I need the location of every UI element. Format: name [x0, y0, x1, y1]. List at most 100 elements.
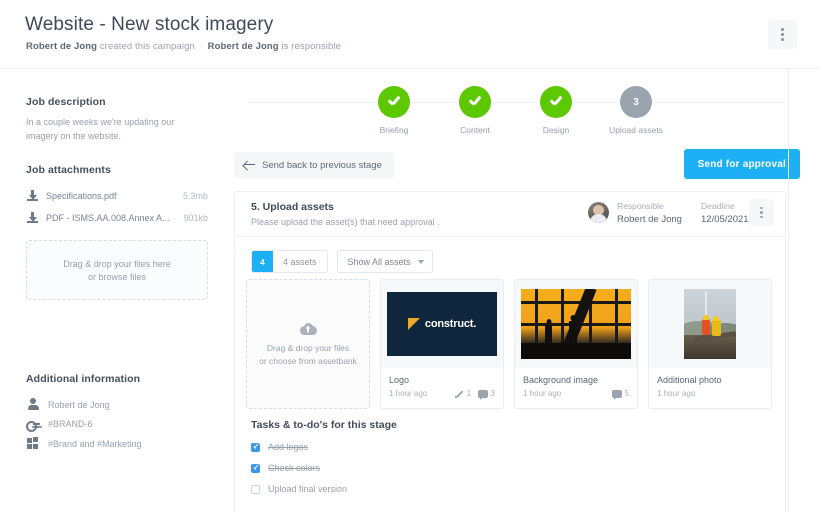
asset-timestamp: 1 hour ago	[389, 389, 428, 398]
header-kebab-menu-button[interactable]	[768, 20, 797, 49]
check-icon	[388, 98, 401, 107]
stepper-step-upload-assets[interactable]: 3 Upload assets	[588, 86, 684, 135]
check-icon	[550, 98, 563, 107]
asset-edit-count[interactable]: 1	[455, 389, 471, 398]
job-description-heading: Job description	[26, 96, 106, 108]
responsible-text: is responsible	[281, 41, 341, 52]
job-attachments-heading: Job attachments	[26, 164, 111, 176]
asset-thumbnail: construct.	[381, 280, 503, 368]
attachment-name: PDF - ISMS.AA.008.Annex A...	[46, 213, 170, 223]
attachment-item[interactable]: PDF - ISMS.AA.008.Annex A... 901kb	[26, 207, 208, 229]
construct-logo-text: construct.	[424, 318, 477, 330]
tasks-heading: Tasks & to-do's for this stage	[251, 419, 397, 431]
task-item[interactable]: Check colors	[251, 463, 771, 473]
campaign-responsible: Robert de Jong	[207, 41, 279, 52]
asset-name: Background image	[523, 375, 599, 385]
deadline-label: Deadline	[701, 201, 735, 211]
sidebar-dropzone-line2[interactable]: or browse files	[88, 272, 146, 282]
assets-grid: Drag & drop your files or choose from as…	[246, 279, 772, 409]
kebab-menu-icon	[781, 28, 784, 31]
asset-count-filter[interactable]: 4 4 assets	[251, 250, 328, 273]
stage-card-header: 5. Upload assets Please upload the asset…	[235, 192, 785, 237]
responsible-value: Robert de Jong	[617, 214, 682, 225]
asset-card-additional-photo[interactable]: Additional photo 1 hour ago	[648, 279, 772, 409]
send-for-approval-button[interactable]: Send for approval	[683, 149, 800, 179]
asset-card-background-image[interactable]: Background image 1 hour ago 5	[514, 279, 638, 409]
show-assets-dropdown[interactable]: Show All assets	[336, 250, 433, 273]
info-item-label: #BRAND-6	[48, 419, 93, 430]
tags-icon	[26, 437, 40, 450]
asset-count-label: 4 assets	[273, 251, 327, 272]
task-checkbox[interactable]	[251, 484, 260, 494]
cloud-upload-icon	[299, 322, 317, 335]
stage-title: 5. Upload assets	[251, 201, 334, 213]
attachment-size: 5.3mb	[182, 191, 208, 201]
workers-photo-thumbnail	[684, 289, 736, 359]
info-item-key: #BRAND-6	[26, 415, 208, 435]
arrow-left-icon	[244, 161, 255, 170]
asset-thumbnail	[515, 280, 637, 368]
asset-comment-count[interactable]: 3	[478, 389, 495, 400]
attachment-size: 901kb	[183, 213, 208, 223]
info-item-owner: Robert de Jong	[26, 395, 208, 415]
info-item-label: Robert de Jong	[48, 399, 110, 410]
decorative-helmet	[703, 315, 709, 320]
construction-silhouette-thumbnail	[521, 289, 631, 359]
person-icon	[26, 398, 40, 411]
avatar	[588, 202, 609, 223]
decorative-figure	[545, 325, 552, 345]
asset-stats: 1 3	[455, 389, 495, 400]
asset-name: Logo	[389, 375, 410, 385]
tasks-section: Tasks & to-do's for this stage Add logos…	[251, 419, 771, 494]
asset-comment-count[interactable]: 5	[612, 389, 629, 400]
subtitle-separator: ·	[199, 41, 203, 52]
attachment-item[interactable]: Specifications.pdf 5.3mb	[26, 185, 208, 207]
asset-stats: 5	[612, 389, 629, 400]
kebab-menu-icon	[760, 211, 763, 214]
stage-kebab-menu-button[interactable]	[749, 199, 774, 226]
task-label: Add logos	[268, 442, 309, 452]
show-assets-label: Show All assets	[347, 256, 411, 267]
asset-dropzone[interactable]: Drag & drop your files or choose from as…	[246, 279, 370, 409]
sidebar-dropzone-line1: Drag & drop your files here	[63, 258, 171, 269]
decorative-worker	[702, 319, 710, 335]
sidebar-file-dropzone[interactable]: Drag & drop your files here or browse fi…	[26, 240, 208, 300]
deadline-value: 12/05/2021	[701, 214, 749, 225]
main-content: Briefing Content Design 3 Upload assets	[225, 69, 819, 512]
decorative-helmet	[713, 316, 719, 321]
task-checkbox[interactable]	[251, 463, 260, 473]
sidebar: Job description In a couple weeks we're …	[0, 69, 225, 512]
download-icon	[26, 211, 39, 225]
asset-timestamp: 1 hour ago	[657, 389, 696, 398]
send-back-label: Send back to previous stage	[262, 159, 382, 171]
app-header: Website - New stock imagery Robert de Jo…	[0, 0, 819, 69]
deadline-meta: Deadline 12/05/2021	[701, 201, 749, 225]
decorative-worker	[712, 320, 721, 336]
kebab-menu-icon	[760, 206, 763, 210]
job-attachments-list: Specifications.pdf 5.3mb PDF - ISMS.AA.0…	[26, 185, 208, 229]
page-title: Website - New stock imagery	[25, 14, 274, 35]
scrollbar-track[interactable]	[788, 69, 789, 512]
attachment-name: Specifications.pdf	[46, 191, 117, 201]
asset-name: Additional photo	[657, 375, 722, 385]
app-page: Website - New stock imagery Robert de Jo…	[0, 0, 819, 512]
stage-card: 5. Upload assets Please upload the asset…	[234, 191, 786, 512]
task-item[interactable]: Add logos	[251, 442, 771, 452]
created-text: created this campaign	[99, 41, 195, 52]
asset-dropzone-line2[interactable]: or choose from assetbank	[259, 356, 357, 366]
pencil-icon	[455, 389, 464, 398]
responsible-label: Responsible	[617, 201, 664, 211]
kebab-menu-icon	[781, 38, 784, 41]
edit-count-value: 1	[466, 389, 472, 398]
task-checkbox[interactable]	[251, 442, 260, 452]
key-icon	[26, 418, 40, 432]
asset-footer: 1 hour ago 1 3	[389, 389, 495, 400]
send-back-to-previous-stage-button[interactable]: Send back to previous stage	[234, 152, 394, 178]
asset-card-logo[interactable]: construct. Logo 1 hour ago 1 3	[380, 279, 504, 409]
comment-count-value: 3	[490, 389, 495, 398]
comment-icon	[612, 389, 623, 400]
task-item[interactable]: Upload final version	[251, 484, 771, 494]
step-status-circle	[540, 86, 572, 118]
download-icon	[26, 189, 39, 203]
campaign-creator: Robert de Jong	[26, 41, 98, 52]
